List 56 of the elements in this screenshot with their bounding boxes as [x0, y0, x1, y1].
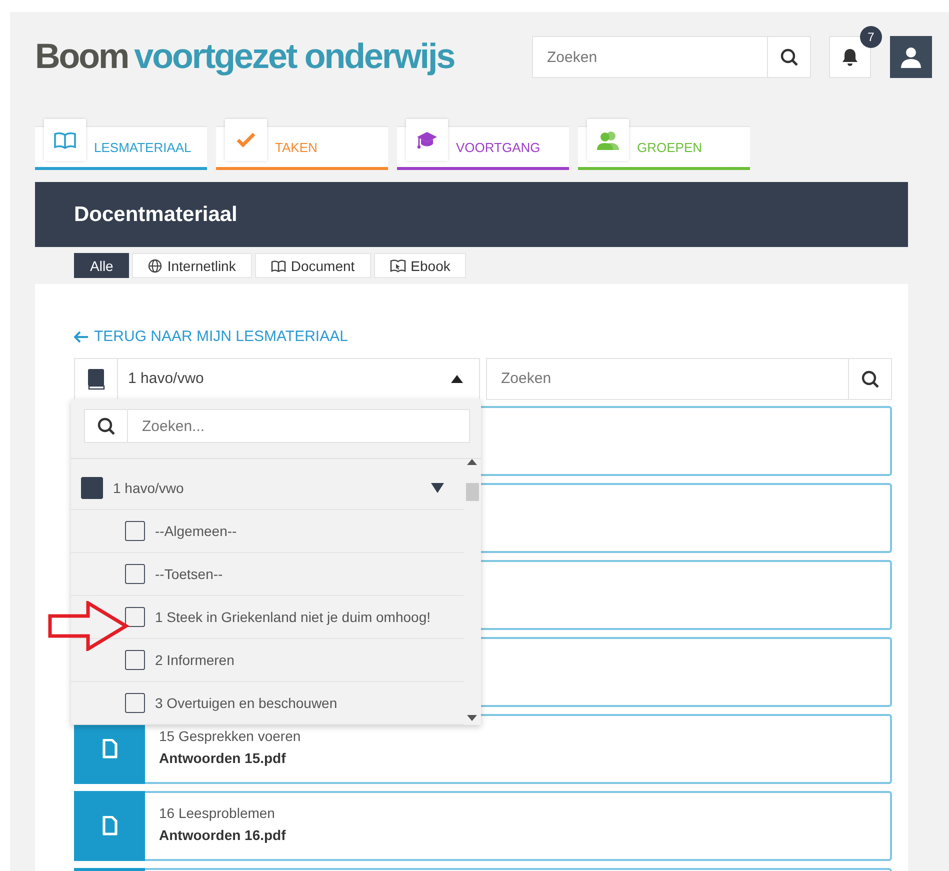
document-card[interactable]: 16 Leesproblemen Antwoorden 16.pdf [74, 790, 892, 860]
scroll-up-icon[interactable] [467, 459, 477, 465]
file-name: Antwoorden 15.pdf [159, 750, 287, 766]
method-select[interactable]: 1 havo/vwo [74, 358, 480, 400]
check-icon [236, 132, 256, 148]
search-icon[interactable] [861, 370, 879, 388]
search-bar[interactable]: Zoeken [486, 358, 892, 400]
search-field[interactable]: Zoeken [533, 37, 767, 77]
notification-count: 7 [860, 26, 882, 48]
card-title: 15 Gesprekken voeren [159, 728, 301, 744]
file-name: Antwoorden 16.pdf [159, 826, 286, 842]
filter-tab[interactable]: Internetlink [132, 253, 252, 278]
people-icon [596, 130, 620, 150]
account-button[interactable] [890, 36, 932, 78]
document-icon [102, 816, 118, 836]
dropdown-search-field[interactable]: Zoeken... [128, 410, 469, 442]
dropdown-search-bar[interactable]: Zoeken... [84, 409, 470, 443]
search-icon[interactable] [97, 417, 115, 435]
checkbox[interactable] [125, 693, 145, 713]
book-icon [270, 260, 286, 272]
checkbox[interactable] [81, 477, 103, 499]
checkbox[interactable] [125, 521, 145, 541]
dropdown-option[interactable]: --Toetsen-- [71, 553, 464, 596]
nav-tab[interactable]: VOORTGANG [397, 119, 569, 170]
document-icon [102, 738, 118, 758]
search-icon[interactable] [780, 48, 798, 66]
checkbox[interactable] [125, 650, 145, 670]
checkbox[interactable] [125, 607, 145, 627]
filter-tab[interactable]: Document [254, 253, 371, 278]
graduation-cap-icon [416, 130, 438, 150]
logo-brand: Boom [35, 37, 128, 76]
filter-tab[interactable]: Ebook [374, 253, 466, 278]
checkbox[interactable] [125, 564, 145, 584]
dropdown-option[interactable]: 1 havo/vwo [71, 467, 464, 510]
book-icon [87, 368, 105, 390]
dropdown-option[interactable]: 3 Overtuigen en beschouwen [71, 682, 464, 725]
dropdown-option[interactable]: 2 Informeren [71, 639, 464, 682]
user-icon [900, 46, 922, 68]
document-card[interactable]: 15 Gesprekken voeren Antwoorden 15.pdf [74, 714, 892, 784]
scroll-down-icon[interactable] [467, 715, 477, 721]
caret-icon[interactable] [431, 483, 444, 493]
globe-icon [148, 258, 162, 272]
search-field[interactable]: Zoeken [487, 358, 848, 398]
dropdown-option[interactable]: --Algemeen-- [71, 510, 464, 553]
bell-icon [840, 47, 860, 67]
panel-title: Docentmateriaal [74, 202, 238, 226]
scrollbar-thumb[interactable] [466, 483, 479, 501]
card-title: 16 Leesproblemen [159, 804, 276, 820]
logo-tagline: voortgezet onderwijs [134, 37, 454, 76]
ebook-icon [390, 258, 406, 272]
arrow-left-icon [74, 330, 88, 342]
dropdown-option[interactable]: 1 Steek in Griekenland niet je duim omhoog! [71, 596, 464, 639]
book-icon [54, 131, 76, 149]
search-bar[interactable]: Zoeken [532, 36, 811, 78]
caret-icon [451, 374, 463, 382]
filter-tab[interactable]: Alle [74, 253, 130, 278]
